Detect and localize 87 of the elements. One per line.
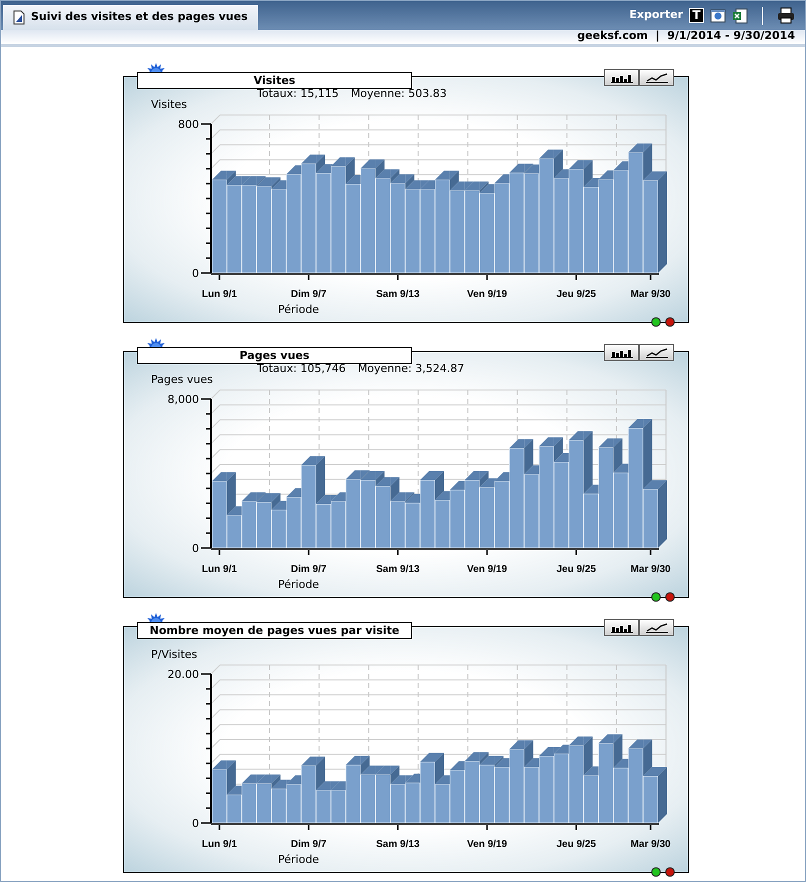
x-tick-label: Jeu 9/25 [556, 289, 596, 300]
bar [554, 753, 570, 824]
y-tick-label: 20.00 [168, 668, 199, 681]
x-tick-label: Mar 9/30 [630, 839, 671, 850]
x-axis-title: Période [278, 578, 320, 591]
line-chart-icon [646, 622, 668, 632]
bar-chart-button[interactable] [604, 619, 639, 636]
bar-chart-button[interactable] [604, 344, 639, 361]
bar [494, 766, 510, 824]
bar [524, 766, 540, 824]
bar [434, 500, 450, 548]
tab-title: Suivi des visites et des pages vues [31, 9, 248, 26]
y-tick-label: 0 [192, 267, 199, 280]
page-tab[interactable]: Suivi des visites et des pages vues [3, 5, 258, 30]
text-export-button[interactable]: T [689, 8, 704, 23]
x-tick-label: Ven 9/19 [467, 839, 508, 850]
line-chart-button[interactable] [639, 344, 674, 361]
bar-chart-icon [610, 72, 632, 82]
status-light-icon [651, 867, 661, 877]
x-tick-label: Ven 9/19 [467, 289, 508, 300]
status-light-icon [665, 867, 675, 877]
x-tick-label: Ven 9/19 [467, 564, 508, 575]
bar-chart-button[interactable] [604, 69, 639, 86]
bar [390, 784, 406, 824]
line-chart-icon [646, 72, 668, 82]
series-name: Pages vues [151, 373, 213, 386]
bar-chart-icon [610, 348, 632, 358]
bar [449, 770, 466, 824]
document-icon [13, 10, 25, 25]
line-chart-icon [646, 348, 668, 358]
bar [271, 788, 287, 824]
bar [538, 756, 554, 824]
y-tick-label: 0 [192, 817, 199, 830]
x-tick-label: Sam 9/13 [376, 289, 420, 300]
status-light-icon [665, 592, 675, 602]
spreadsheet-icon[interactable] [732, 8, 748, 24]
x-tick-label: Dim 9/7 [290, 839, 326, 850]
x-axis-title: Période [278, 853, 320, 866]
x-tick-label: Jeu 9/25 [556, 564, 596, 575]
export-label: Exporter [629, 7, 683, 24]
x-tick-label: Dim 9/7 [290, 289, 326, 300]
x-tick-label: Dim 9/7 [290, 564, 326, 575]
line-chart-button[interactable] [639, 69, 674, 86]
bar [256, 502, 272, 548]
status-light-icon [651, 592, 661, 602]
bar [479, 486, 495, 548]
series-name: P/Visites [151, 648, 198, 661]
bar [241, 783, 257, 824]
bar [375, 774, 391, 824]
x-tick-label: Sam 9/13 [376, 839, 420, 850]
chart-summary: Moyenne: 503.83 [350, 88, 447, 99]
printer-icon[interactable] [777, 7, 795, 24]
series-name: Visites [151, 98, 187, 111]
chart-title: Pages vues [137, 347, 412, 364]
line-chart-button[interactable] [639, 619, 674, 636]
web-export-icon[interactable] [710, 8, 726, 24]
bar-chart-icon [610, 622, 632, 632]
bar [464, 480, 480, 548]
x-axis-title: Période [278, 303, 320, 316]
x-tick-label: Lun 9/1 [202, 564, 237, 575]
status-light-icon [651, 317, 661, 327]
bar [360, 774, 376, 824]
x-tick-label: Sam 9/13 [376, 564, 420, 575]
y-tick-label: 800 [178, 118, 199, 131]
bar [256, 783, 272, 824]
x-tick-label: Lun 9/1 [202, 839, 237, 850]
bar [360, 480, 376, 548]
chart-summary: Moyenne: 3,524.87 [358, 363, 464, 374]
x-tick-label: Mar 9/30 [630, 289, 671, 300]
x-tick-label: Mar 9/30 [630, 564, 671, 575]
chart-title: Visites [137, 72, 412, 89]
chart-summary: Totaux: 15,115 [257, 88, 339, 99]
chart-summary: Totaux: 105,746 [257, 363, 346, 374]
x-tick-label: Jeu 9/25 [556, 839, 596, 850]
bar [271, 509, 287, 548]
bar [464, 760, 480, 824]
status-light-icon [665, 317, 675, 327]
bar [375, 486, 391, 548]
y-tick-label: 8,000 [168, 393, 199, 406]
y-tick-label: 0 [192, 542, 199, 555]
chart-title: Nombre moyen de pages vues par visite [137, 622, 412, 639]
x-tick-label: Lun 9/1 [202, 289, 237, 300]
site-date-range: geeksf.com | 9/1/2014 - 9/30/2014 [577, 28, 795, 44]
bar [241, 500, 257, 548]
bar [449, 490, 466, 548]
bar [479, 764, 495, 824]
bar [390, 500, 406, 548]
